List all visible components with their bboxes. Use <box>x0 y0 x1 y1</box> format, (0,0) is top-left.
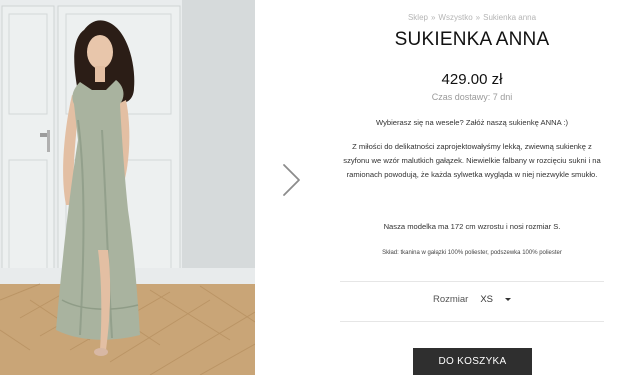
fabric-composition: Skład: tkanina w gałązki 100% poliester,… <box>382 250 562 256</box>
product-price: 429.00 zł <box>441 71 503 88</box>
breadcrumb-separator: » <box>475 13 481 22</box>
caret-down-icon <box>505 298 512 301</box>
divider <box>340 281 604 282</box>
breadcrumb-all[interactable]: Wszystko <box>438 13 472 22</box>
size-dropdown[interactable]: XS <box>480 294 512 305</box>
description-model-size: Nasza modelka ma 172 cm wzrostu i nosi r… <box>383 222 561 231</box>
delivery-time: Czas dostawy: 7 dni <box>431 92 513 102</box>
breadcrumb-separator: » <box>430 13 436 22</box>
description-intro: Wybierasz się na wesele? Załóż naszą suk… <box>376 118 568 127</box>
divider <box>340 321 604 322</box>
breadcrumb: Sklep» Wszystko» Sukienka anna <box>340 13 604 22</box>
description-body: Z miłości do delikatności zaprojektowały… <box>343 142 601 180</box>
add-to-cart-button[interactable]: DO KOSZYKA <box>413 348 532 375</box>
next-image-button[interactable] <box>278 163 304 197</box>
product-photo[interactable] <box>0 0 255 375</box>
size-selected-value: XS <box>480 294 494 305</box>
breadcrumb-shop[interactable]: Sklep <box>408 13 428 22</box>
product-details: Sklep» Wszystko» Sukienka anna SUKIENKA AN… <box>340 0 604 381</box>
size-selector: Rozmiar XS <box>340 294 604 305</box>
product-title: SUKIENKA ANNA <box>394 29 550 50</box>
size-label: Rozmiar <box>432 294 469 305</box>
breadcrumb-current: Sukienka anna <box>483 13 537 22</box>
product-photo-image <box>0 0 255 375</box>
chevron-right-icon <box>283 164 300 196</box>
